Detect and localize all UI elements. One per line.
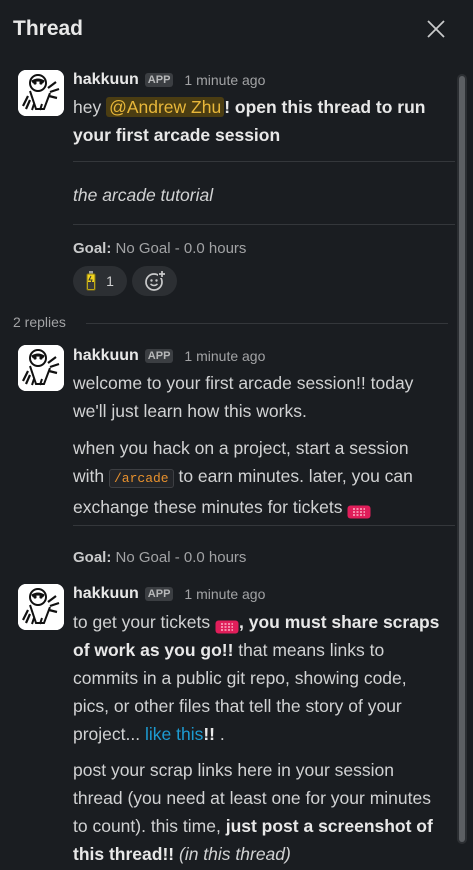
- reaction-battery[interactable]: 1: [73, 266, 127, 296]
- message-text: hey: [73, 97, 107, 117]
- section-divider: [73, 224, 455, 225]
- message-text: exchange these minutes for tickets: [73, 497, 348, 517]
- goal-label: Goal:: [73, 549, 112, 566]
- goal-line: Goal: No Goal - 0.0 hours: [73, 240, 246, 257]
- avatar[interactable]: [18, 584, 64, 630]
- add-reaction-icon: [144, 270, 166, 291]
- message-text-bold: your first arcade session: [73, 125, 281, 145]
- message-body: welcome to your first arcade session!! t…: [73, 369, 458, 425]
- message-body: when you hack on a project, start a sess…: [73, 434, 458, 521]
- message-text-bold: , you must share scraps: [239, 612, 440, 632]
- replies-count: 2 replies: [13, 314, 66, 330]
- ticket-icon: [215, 614, 239, 634]
- message-line: welcome to your first arcade session!! t…: [73, 373, 414, 393]
- goal-line: Goal: No Goal - 0.0 hours: [73, 549, 246, 566]
- message-line: to count). this time, just post a screen…: [73, 812, 458, 840]
- reaction-count: 1: [106, 273, 114, 289]
- section-divider: [73, 161, 455, 162]
- subtitle-text: the arcade tutorial: [73, 185, 214, 205]
- message-text-bold: of work as you go!!: [73, 640, 234, 660]
- message-body: hey @Andrew Zhu! open this thread to run…: [73, 93, 458, 149]
- example-link[interactable]: like this: [145, 724, 203, 744]
- battery-icon: [86, 271, 96, 291]
- message-text: to earn minutes. later, you can: [173, 466, 413, 486]
- message-line: commits in a public git repo, showing co…: [73, 668, 407, 688]
- message-text: to count). this time,: [73, 816, 226, 836]
- message-line: project... like this!! .: [73, 720, 458, 748]
- message-line: thread (you need at least one for your m…: [73, 788, 431, 808]
- raccoon-avatar-icon: [18, 70, 64, 116]
- app-badge: APP: [144, 349, 174, 363]
- avatar[interactable]: [18, 345, 64, 391]
- message-text: .: [215, 724, 225, 744]
- message-line: this thread!! (in this thread): [73, 840, 458, 868]
- username[interactable]: hakkuun: [73, 347, 139, 365]
- add-reaction-button[interactable]: [132, 266, 177, 296]
- message-text-bold: !!: [203, 724, 215, 744]
- thread-subtitle: the arcade tutorial: [73, 181, 458, 209]
- timestamp[interactable]: 1 minute ago: [184, 348, 265, 364]
- message-text: that means links to: [233, 640, 385, 660]
- message-line: of work as you go!! that means links to: [73, 636, 458, 664]
- username[interactable]: hakkuun: [73, 585, 139, 603]
- username[interactable]: hakkuun: [73, 71, 139, 89]
- inline-code: /arcade: [108, 469, 174, 488]
- message-body: to get your tickets , you must share scr…: [73, 608, 458, 748]
- goal-value: No Goal - 0.0 hours: [111, 240, 247, 257]
- message-text-bold: just post a screenshot of: [225, 816, 433, 836]
- avatar[interactable]: [18, 70, 64, 116]
- message-line: with /arcade to earn minutes. later, you…: [73, 462, 458, 493]
- replies-divider: [86, 323, 448, 324]
- section-divider: [73, 525, 455, 526]
- message-meta: hakkuun APP 1 minute ago: [73, 583, 265, 605]
- raccoon-avatar-icon: [18, 584, 64, 630]
- message-line: to get your tickets , you must share scr…: [73, 608, 458, 636]
- ticket-icon: [347, 499, 371, 519]
- message-meta: hakkuun APP 1 minute ago: [73, 69, 265, 91]
- user-mention[interactable]: @Andrew Zhu: [106, 97, 225, 117]
- message-text: to get your tickets: [73, 612, 216, 632]
- app-badge: APP: [144, 73, 174, 87]
- message-line: we'll just learn how this works.: [73, 401, 307, 421]
- message-text-bold: this thread!!: [73, 844, 175, 864]
- message-text: project...: [73, 724, 145, 744]
- message-meta: hakkuun APP 1 minute ago: [73, 345, 265, 367]
- goal-label: Goal:: [73, 240, 112, 257]
- message-line: when you hack on a project, start a sess…: [73, 438, 409, 458]
- message-line: pics, or other files that tell the story…: [73, 696, 402, 716]
- message-text-italic: (in this thread): [174, 844, 291, 864]
- message-text: with: [73, 466, 109, 486]
- thread-content: hakkuun APP 1 minute ago hey @Andrew Zhu…: [0, 0, 455, 870]
- raccoon-avatar-icon: [18, 345, 64, 391]
- message-text-bold: ! open this thread to run: [224, 97, 426, 117]
- goal-value: No Goal - 0.0 hours: [111, 549, 247, 566]
- message-body: post your scrap links here in your sessi…: [73, 756, 458, 868]
- message-line: your first arcade session: [73, 121, 458, 149]
- message-line: exchange these minutes for tickets: [73, 493, 458, 521]
- scrollbar-thumb[interactable]: [459, 76, 465, 842]
- message-line: hey @Andrew Zhu! open this thread to run: [73, 93, 458, 121]
- timestamp[interactable]: 1 minute ago: [184, 72, 265, 88]
- timestamp[interactable]: 1 minute ago: [184, 586, 265, 602]
- message-line: post your scrap links here in your sessi…: [73, 760, 394, 780]
- app-badge: APP: [144, 587, 174, 601]
